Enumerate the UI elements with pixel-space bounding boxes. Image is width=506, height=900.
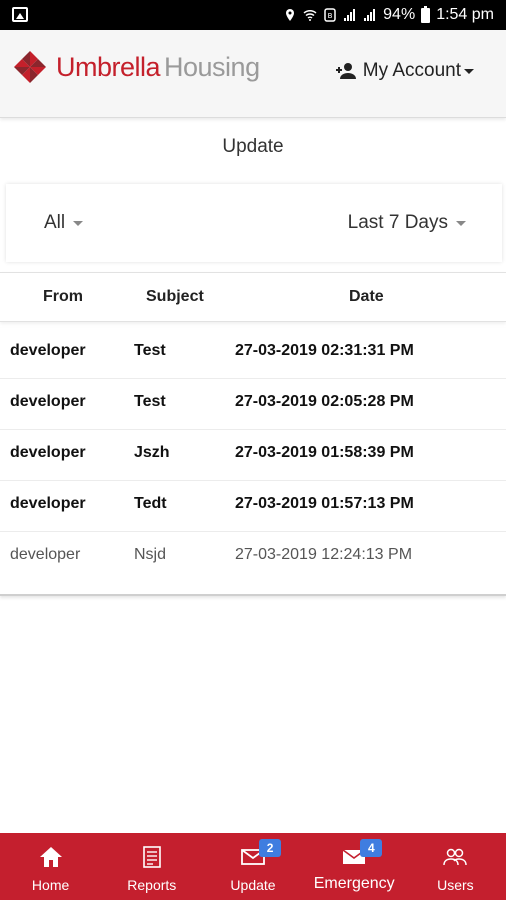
table-row[interactable]: developer Jszh 27-03-2019 01:58:39 PM	[0, 430, 506, 481]
home-icon	[39, 847, 62, 867]
row-from: developer	[10, 495, 86, 512]
chevron-down-icon	[456, 220, 466, 226]
table-row[interactable]: developer Test 27-03-2019 02:31:31 PM	[0, 328, 506, 379]
chevron-down-icon	[73, 220, 84, 226]
brand-name: Umbrella Housing	[56, 51, 260, 82]
nav-update[interactable]: 2 Update	[202, 833, 303, 900]
row-subject: Jszh	[134, 444, 170, 461]
row-date: 27-03-2019 02:31:31 PM	[235, 342, 414, 359]
column-header-subject[interactable]: Subject	[146, 288, 204, 306]
nav-users-label: Users	[437, 877, 474, 893]
nav-update-label: Update	[230, 877, 276, 893]
nav-reports-label: Reports	[127, 877, 177, 893]
row-from: developer	[10, 342, 86, 359]
type-filter-value: All	[44, 212, 66, 233]
row-subject: Tedt	[134, 495, 167, 512]
my-account-menu[interactable]: My Account	[335, 60, 474, 82]
filter-bar: All Last 7 Days	[6, 184, 502, 262]
row-from: developer	[10, 546, 81, 563]
wifi-icon	[303, 9, 317, 21]
date-range-value: Last 7 Days	[347, 212, 448, 233]
row-subject: Test	[134, 342, 166, 359]
date-range-dropdown[interactable]: Last 7 Days	[348, 212, 466, 234]
my-account-label: My Account	[362, 60, 461, 81]
status-icons: B 94% 1:54 pm	[283, 4, 494, 26]
brand-logo[interactable]: Umbrella Housing	[12, 44, 260, 90]
nav-reports[interactable]: Reports	[101, 833, 202, 900]
row-subject: Nsjd	[134, 546, 167, 563]
nav-emergency[interactable]: 4 Emergency	[304, 833, 405, 900]
table-row[interactable]: developer Test 27-03-2019 02:05:28 PM	[0, 379, 506, 430]
signal-icon-2	[364, 9, 376, 21]
emergency-count-badge: 4	[360, 839, 383, 857]
bottom-nav: Home Reports 2 Update 4 Emergency Users	[0, 833, 506, 900]
nav-home[interactable]: Home	[0, 833, 101, 900]
row-date: 27-03-2019 01:58:39 PM	[235, 444, 414, 461]
signal-icon	[344, 9, 356, 21]
page-title: Update	[222, 136, 284, 157]
table-header: From Subject Date	[0, 272, 506, 322]
type-filter-dropdown[interactable]: All	[44, 212, 84, 234]
updates-table: developer Test 27-03-2019 02:31:31 PM de…	[0, 328, 506, 596]
update-count-badge: 2	[259, 839, 282, 857]
users-icon	[443, 848, 468, 866]
clock: 1:54 pm	[436, 6, 494, 23]
battery-icon	[421, 5, 431, 23]
nav-home-label: Home	[31, 877, 70, 893]
gallery-notification-icon	[12, 7, 28, 22]
row-from: developer	[10, 393, 86, 410]
location-icon	[286, 9, 295, 21]
battery-percent: 94%	[383, 6, 416, 23]
table-row[interactable]: developer Nsjd 27-03-2019 12:24:13 PM	[0, 532, 506, 583]
umbrella-logo-icon	[14, 51, 46, 83]
row-date: 27-03-2019 01:57:13 PM	[235, 495, 414, 512]
app-header: Umbrella Housing My Account	[0, 30, 506, 118]
status-bar: B 94% 1:54 pm	[0, 0, 506, 30]
nav-emergency-label: Emergency	[313, 875, 395, 892]
row-from: developer	[10, 444, 86, 461]
column-header-from[interactable]: From	[43, 288, 83, 306]
chevron-down-icon	[464, 68, 474, 74]
reports-icon	[142, 846, 161, 868]
data-saver-icon: B	[324, 8, 336, 22]
column-header-date[interactable]: Date	[349, 288, 384, 306]
row-date: 27-03-2019 12:24:13 PM	[235, 546, 413, 563]
row-subject: Test	[134, 393, 166, 410]
row-date: 27-03-2019 02:05:28 PM	[235, 393, 414, 410]
add-person-icon	[335, 63, 356, 79]
svg-text:B: B	[328, 12, 333, 20]
table-row[interactable]: developer Tedt 27-03-2019 01:57:13 PM	[0, 481, 506, 532]
nav-users[interactable]: Users	[405, 833, 506, 900]
